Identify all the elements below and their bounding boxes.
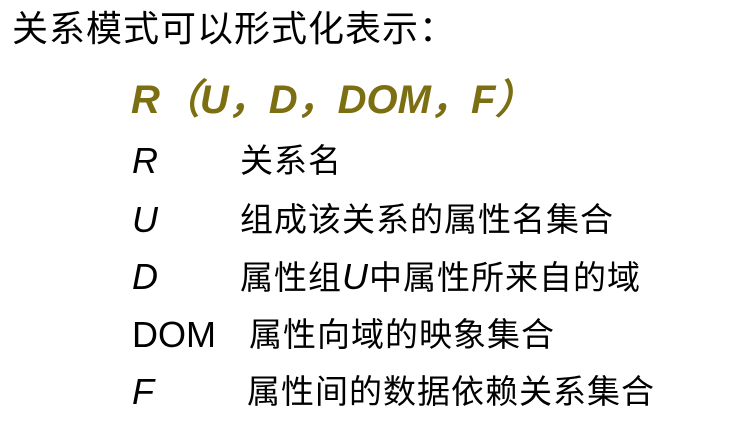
term-description-d-before: 属性组 xyxy=(240,258,342,297)
term-symbol-f: F xyxy=(132,371,154,412)
term-description-d: 属性组U中属性所来自的域 xyxy=(240,255,641,300)
term-description-dom: 属性向域的映象集合 xyxy=(249,315,555,354)
term-symbol-dom: DOM xyxy=(132,314,216,355)
term-description-u: 组成该关系的属性名集合 xyxy=(240,200,614,239)
term-description-r: 关系名 xyxy=(240,141,342,180)
term-symbol-r: R xyxy=(132,140,158,181)
term-symbol-u: U xyxy=(132,199,158,240)
term-definition-list: R 关系名 U 组成该关系的属性名集合 D 属性组U中属性所来自的域 DOM 属… xyxy=(0,0,744,434)
term-symbol-d: D xyxy=(132,256,158,297)
term-description-f: 属性间的数据依赖关系集合 xyxy=(247,372,655,411)
slide: 关系模式可以形式化表示： R（U，D，DOM，F） R 关系名 U 组成该关系的… xyxy=(0,0,744,434)
term-description-d-em: U xyxy=(342,256,369,297)
term-description-d-after: 中属性所来自的域 xyxy=(369,258,641,297)
